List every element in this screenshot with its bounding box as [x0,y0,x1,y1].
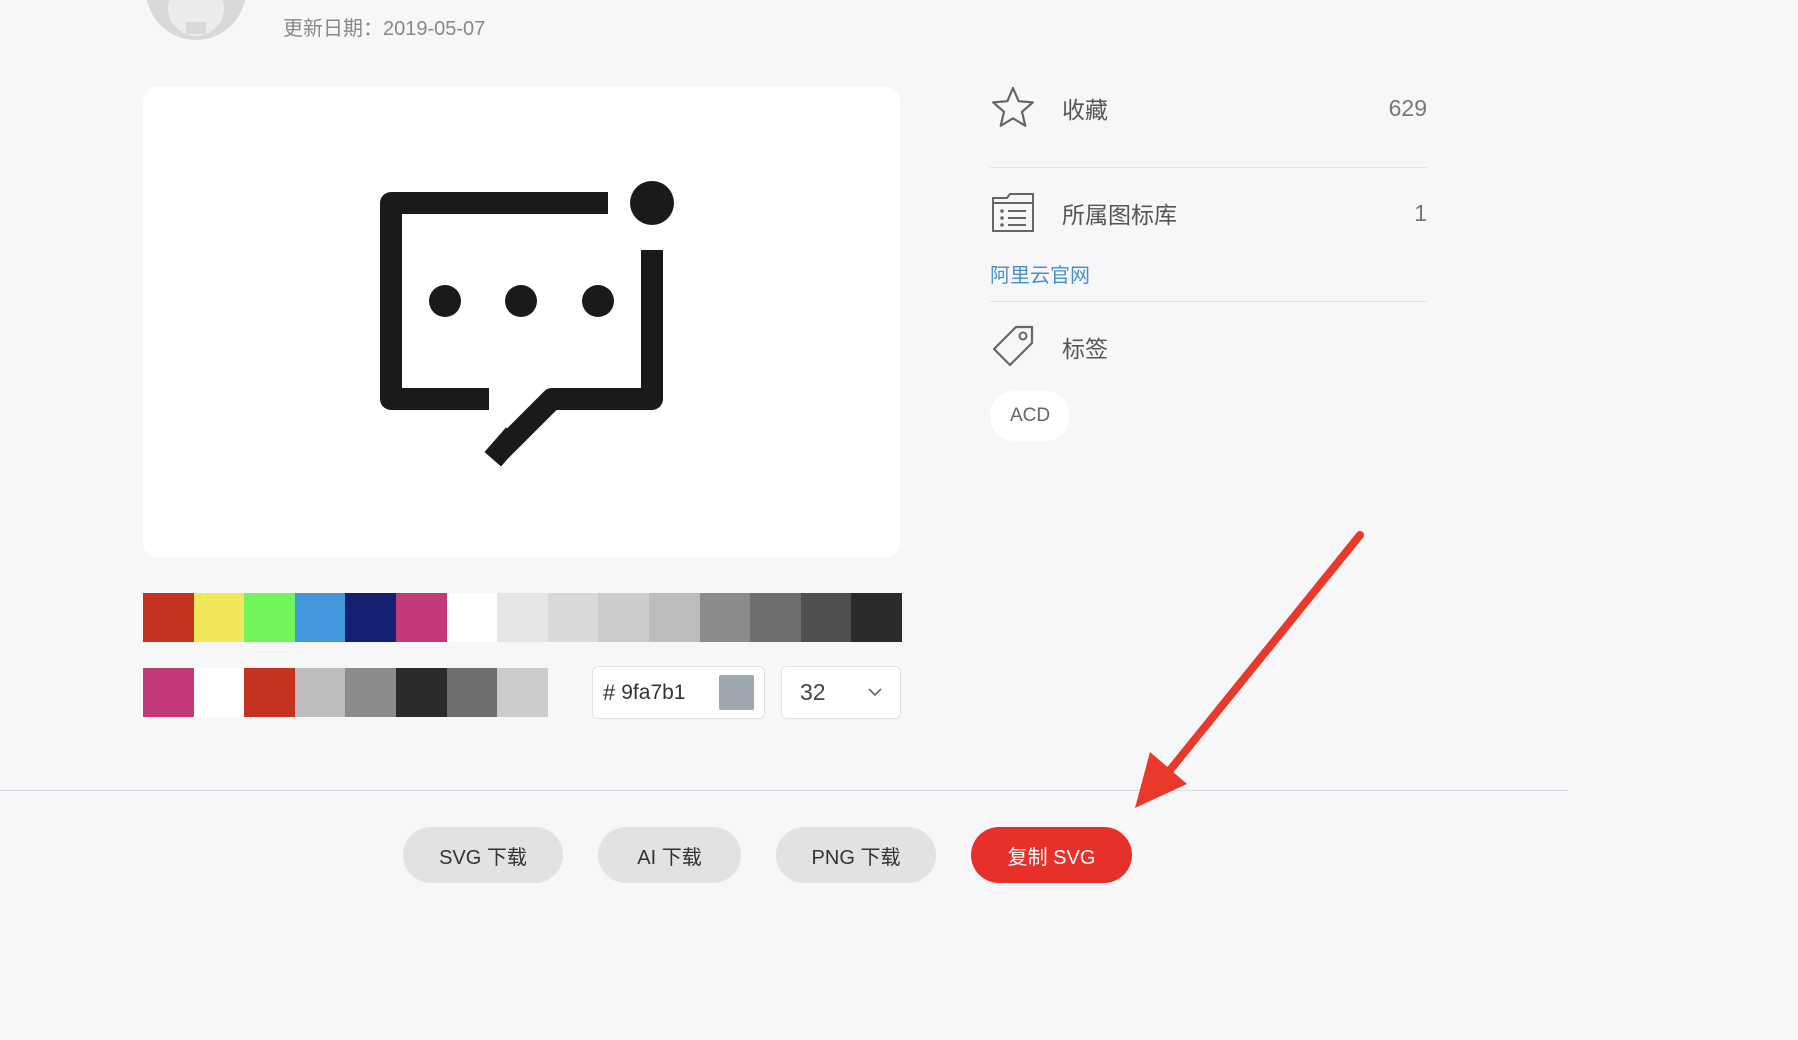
copy-svg-button[interactable]: 复制 SVG [971,827,1132,883]
library-link[interactable]: 阿里云官网 [990,259,1090,288]
color-swatch[interactable] [851,593,902,642]
color-swatch[interactable] [547,593,599,642]
chat-bubble-dots-icon [380,181,674,467]
color-swatch[interactable] [143,668,194,717]
color-preview-chip[interactable] [719,675,754,710]
color-swatch[interactable] [294,668,346,717]
library-count: 1 [1414,199,1427,226]
size-value: 32 [800,679,826,705]
bubble-left-stroke [380,192,608,410]
color-swatch[interactable] [446,593,498,642]
color-swatch[interactable] [395,593,447,642]
dot-2 [505,285,537,317]
tag-chip[interactable]: ACD [990,391,1071,441]
divider [990,167,1427,168]
color-swatch[interactable] [699,593,751,642]
bubble-right-stroke [492,250,663,459]
color-swatch[interactable] [598,593,649,642]
recent-colors [143,668,548,717]
color-swatch[interactable] [497,668,548,717]
avatar-detail [186,22,206,34]
library-row: 所属图标库 1 [990,190,1427,236]
color-swatch[interactable] [244,668,295,717]
divider [990,301,1427,302]
svg-download-button[interactable]: SVG 下载 [403,827,563,883]
color-swatch[interactable] [345,668,396,717]
color-swatch[interactable] [345,593,396,642]
update-date: 更新日期：2019-05-07 [283,18,486,40]
color-swatch[interactable] [750,593,801,642]
notification-dot [630,181,674,225]
chevron-down-icon [868,688,882,697]
color-palette [143,593,902,642]
color-swatch[interactable] [143,593,194,642]
color-hex-value[interactable]: 9fa7b1 [621,681,719,705]
png-download-button[interactable]: PNG 下载 [776,827,936,883]
library-label: 所属图标库 [1062,202,1177,228]
tags-label: 标签 [1062,336,1108,362]
color-swatch[interactable] [800,593,852,642]
action-bar-divider [0,790,1568,791]
dot-1 [429,285,461,317]
author-avatar[interactable] [146,0,246,40]
color-swatch[interactable] [193,593,245,642]
color-swatch[interactable] [193,668,245,717]
dot-3 [582,285,614,317]
tag-icon [990,324,1036,370]
favorite-count: 629 [1388,94,1427,121]
favorite-label: 收藏 [1062,97,1108,123]
ai-download-button[interactable]: AI 下载 [598,827,741,883]
star-icon[interactable] [990,85,1036,131]
color-swatch[interactable] [294,593,346,642]
color-swatch[interactable] [395,668,447,717]
favorite-row[interactable]: 收藏 629 [990,85,1427,131]
color-swatch[interactable] [497,593,548,642]
color-swatch[interactable] [648,593,700,642]
icon-preview-card [143,87,900,557]
size-select[interactable]: 32 [781,666,901,719]
color-swatch[interactable] [244,593,295,642]
icon-detail-page: 更新日期：2019-05-07 # 9fa7b1 32 收藏 629 所属图标库… [0,0,1568,907]
tags-row: 标签 [990,324,1427,370]
hash-symbol: # [603,679,616,705]
color-swatch[interactable] [446,668,498,717]
color-hex-input[interactable]: # 9fa7b1 [592,666,765,719]
library-list-icon [990,190,1036,236]
